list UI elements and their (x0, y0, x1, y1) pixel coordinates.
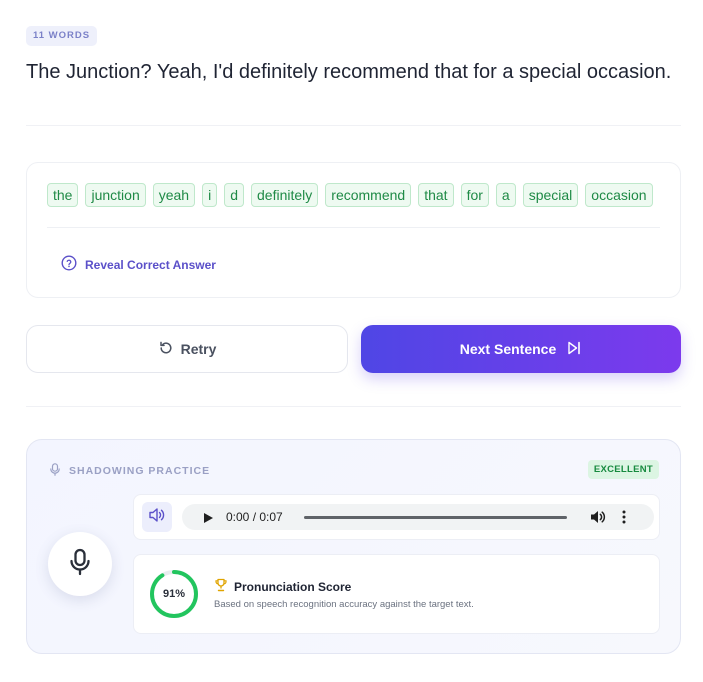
word-chip: i (202, 183, 218, 207)
word-chip: that (418, 183, 454, 207)
audio-player: 0:00 / 0:07 (182, 504, 654, 530)
word-chip: junction (85, 183, 146, 207)
play-icon[interactable] (202, 511, 214, 529)
score-description: Based on speech recognition accuracy aga… (214, 599, 474, 610)
score-title-text: Pronunciation Score (234, 579, 352, 594)
shadowing-title: SHADOWING PRACTICE (49, 463, 210, 479)
word-chip: a (495, 183, 516, 207)
word-chips: the junction yeah i d definitely recomme… (47, 183, 653, 207)
word-chip: d (224, 183, 245, 207)
retry-button[interactable]: Retry (26, 325, 348, 373)
rating-badge: EXCELLENT (587, 460, 659, 479)
next-sentence-button[interactable]: Next Sentence (361, 325, 681, 373)
more-vertical-icon[interactable] (622, 510, 626, 529)
audio-seek-bar[interactable] (304, 516, 567, 519)
volume-icon[interactable] (590, 510, 606, 529)
retry-icon (158, 340, 174, 359)
speaker-icon (148, 507, 166, 528)
answer-card: the junction yeah i d definitely recomme… (26, 162, 681, 298)
word-chip: definitely (251, 183, 319, 207)
play-reference-button[interactable] (142, 502, 172, 532)
word-chip: special (522, 183, 579, 207)
shadowing-practice-panel: SHADOWING PRACTICE EXCELLENT 0:00 / 0:07 (26, 439, 681, 654)
shadowing-title-text: SHADOWING PRACTICE (69, 465, 211, 477)
next-sentence-label: Next Sentence (459, 341, 557, 357)
word-chip: for (460, 183, 489, 207)
card-divider (47, 227, 660, 228)
pronunciation-score-card: 91% Pronunciation Score Based on speech … (133, 554, 660, 634)
reveal-answer-label: Reveal Correct Answer (85, 257, 216, 272)
record-mic-button[interactable] (48, 532, 112, 596)
mic-icon (68, 548, 92, 581)
score-title: Pronunciation Score (214, 578, 351, 595)
divider (26, 125, 681, 126)
word-count-badge: 11 WORDS (26, 26, 98, 46)
divider (26, 406, 681, 407)
skip-forward-icon (566, 340, 582, 359)
mic-small-icon (49, 463, 61, 479)
word-chip: occasion (585, 183, 653, 207)
help-circle-icon (61, 255, 77, 274)
target-sentence: The Junction? Yeah, I'd definitely recom… (26, 61, 672, 83)
word-chip: recommend (325, 183, 412, 207)
word-chip: the (47, 183, 79, 207)
score-percent: 91% (162, 588, 186, 600)
retry-label: Retry (180, 341, 217, 357)
reveal-answer-button[interactable]: Reveal Correct Answer (61, 255, 216, 274)
audio-row: 0:00 / 0:07 (133, 494, 660, 540)
audio-time: 0:00 / 0:07 (226, 510, 283, 524)
trophy-icon (214, 578, 228, 595)
word-chip: yeah (152, 183, 196, 207)
